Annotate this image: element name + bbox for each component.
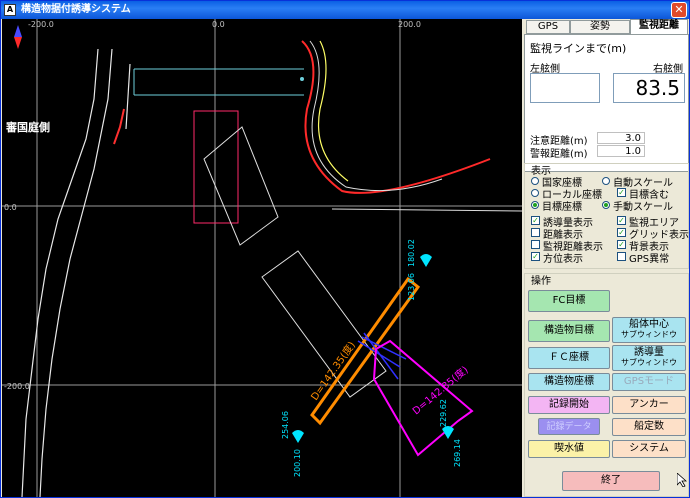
grid-label-y-zero: 0.0 xyxy=(4,203,17,212)
radio-local-coord[interactable] xyxy=(531,189,539,197)
basin-red-line xyxy=(301,40,491,194)
draft-button[interactable]: 喫水値 xyxy=(528,440,610,458)
mouse-cursor-icon xyxy=(677,473,687,487)
anchor-left-icon xyxy=(292,430,304,443)
anchor-left-value-b: 200.10 xyxy=(293,449,302,477)
hull-constant-button[interactable]: 船定数 xyxy=(612,418,686,436)
grid-label-x-mid: 0.0 xyxy=(212,20,225,29)
caution-distance-field[interactable]: 3.0 xyxy=(597,132,645,144)
grid-label-x-left: -200.0 xyxy=(28,20,54,29)
right-distance-value: 83.5 xyxy=(635,76,680,100)
checkbox-distance-display[interactable] xyxy=(531,228,540,237)
monitor-tab-body: 監視ラインまで(m) 左舷側 右舷側 83.5 注意距離(m) 3.0 警報距離… xyxy=(524,34,689,172)
structure-coord-button[interactable]: 構造物座標 xyxy=(528,373,610,391)
warning-distance-field[interactable]: 1.0 xyxy=(597,145,645,157)
pier-outline xyxy=(133,68,304,96)
tab-monitor-distance[interactable]: 監視距離 xyxy=(630,19,688,35)
tab-attitude[interactable]: 姿勢 xyxy=(570,20,630,34)
checkbox-gps-error[interactable] xyxy=(617,252,626,261)
basin-edge-line xyxy=(331,208,522,212)
map-view[interactable]: -200.0 0.0 200.0 0.0 -200.0 審国庭側 D=142.3… xyxy=(2,19,522,497)
monitor-heading: 監視ラインまで(m) xyxy=(530,42,627,55)
checkbox-target-include[interactable]: ✓ xyxy=(617,188,626,197)
guidance-sub-label: サブウィンドウ xyxy=(621,358,677,367)
title-bar[interactable]: A 構造物据付誘導システム ✕ xyxy=(1,1,689,19)
close-button[interactable]: ✕ xyxy=(671,2,687,18)
record-start-button[interactable]: 記録開始 xyxy=(528,396,610,414)
radio-national-coord[interactable] xyxy=(531,177,539,185)
north-arrow-icon xyxy=(14,25,22,49)
radio-target-coord-label: 目標座標 xyxy=(542,202,582,213)
checkbox-background-display[interactable]: ✓ xyxy=(617,240,626,249)
app-icon: A xyxy=(4,4,16,16)
side-label: 審国庭側 xyxy=(5,120,50,134)
structure-target-button[interactable]: 構造物目標 xyxy=(528,320,610,342)
red-marker xyxy=(113,108,125,145)
right-distance-display: 83.5 xyxy=(613,73,685,103)
main-window: A 構造物据付誘導システム ✕ -200.0 0.0 200.0 0.0 -20… xyxy=(0,0,690,498)
pier-point xyxy=(300,77,304,81)
side-panel: GPS 姿勢 監視距離 監視ラインまで(m) 左舷側 右舷側 83.5 注意距離… xyxy=(524,19,689,497)
checkbox-monitor-area[interactable]: ✓ xyxy=(617,216,626,225)
anchor-left-value-a: 254.06 xyxy=(281,411,290,439)
guidance-subwindow-button[interactable]: 誘導量 サブウィンドウ xyxy=(612,345,686,371)
hull-center-label: 船体中心 xyxy=(629,319,669,330)
system-button[interactable]: システム xyxy=(612,440,686,458)
left-distance-display xyxy=(530,73,600,103)
tab-strip: GPS 姿勢 監視距離 xyxy=(524,19,689,35)
radio-auto-scale[interactable] xyxy=(602,177,610,185)
checkbox-heading-display-label: 方位表示 xyxy=(543,254,583,265)
map-canvas[interactable]: -200.0 0.0 200.0 0.0 -200.0 審国庭側 D=142.3… xyxy=(2,19,522,497)
warning-distance-label: 警報距離(m) xyxy=(530,149,588,160)
checkbox-heading-display[interactable]: ✓ xyxy=(531,252,540,261)
radio-manual-scale[interactable] xyxy=(602,201,610,209)
grid-label-x-right: 200.0 xyxy=(398,20,421,29)
anchor-top-value-b: 123.06 xyxy=(407,273,416,301)
window-title: 構造物据付誘導システム xyxy=(21,4,131,15)
record-data-button[interactable]: 記録データ xyxy=(538,418,600,435)
anchor-right-value-a: 229.62 xyxy=(439,399,448,427)
radio-manual-scale-label: 手動スケール xyxy=(613,202,673,213)
anchor-right-value-b: 269.14 xyxy=(453,439,462,467)
fc-coord-button[interactable]: ＦＣ座標 xyxy=(528,347,610,369)
checkbox-grid-display[interactable]: ✓ xyxy=(617,228,626,237)
hull-center-sub-label: サブウィンドウ xyxy=(621,330,677,339)
operation-group-title: 操作 xyxy=(531,276,551,287)
exit-button[interactable]: 終了 xyxy=(562,471,660,491)
anchor-top-icon xyxy=(420,254,432,267)
grid-label-y-neg: -200.0 xyxy=(4,382,30,391)
checkbox-gps-error-label: GPS異常 xyxy=(629,254,670,265)
gps-mode-button[interactable]: GPSモード xyxy=(612,373,686,391)
hull-center-subwindow-button[interactable]: 船体中心 サブウィンドウ xyxy=(612,317,686,343)
anchor-top-value-a: 180.02 xyxy=(407,239,416,267)
display-group: 表示 国家座標 自動スケール ローカル座標 ✓ 目標含む 目標座標 手動スケール… xyxy=(524,163,689,269)
coastline xyxy=(21,48,131,497)
basin-white-line xyxy=(309,40,443,192)
radio-target-coord[interactable] xyxy=(531,201,539,209)
basin-yellow-line xyxy=(317,40,349,182)
distance-label-orange: D=142.35(度) xyxy=(308,339,358,403)
checkbox-guidance-display[interactable]: ✓ xyxy=(531,216,540,225)
fc-target-button[interactable]: FC目標 xyxy=(528,290,610,312)
anchor-button[interactable]: アンカー xyxy=(612,396,686,414)
checkbox-monitor-distance-display[interactable] xyxy=(531,240,540,249)
tab-gps[interactable]: GPS xyxy=(526,20,570,34)
guidance-label: 誘導量 xyxy=(634,347,664,358)
